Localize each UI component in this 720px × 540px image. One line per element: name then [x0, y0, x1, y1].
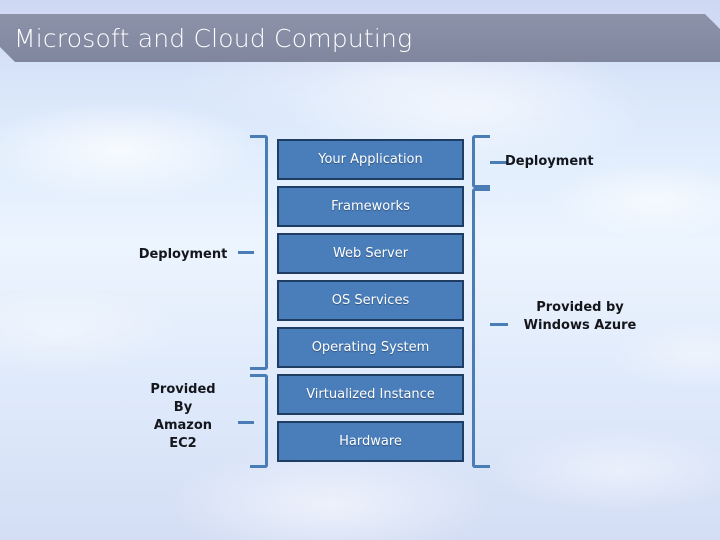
- layer-label: Operating System: [311, 340, 430, 355]
- caption-right-deployment: Deployment: [505, 154, 594, 169]
- title-banner: Microsoft and Cloud Computing: [0, 14, 720, 62]
- layer-label: Web Server: [332, 246, 409, 261]
- layer-box-operating-system[interactable]: Operating System: [277, 327, 464, 368]
- right-bracket-windows-azure: [472, 188, 508, 468]
- layer-box-frameworks[interactable]: Frameworks: [277, 186, 464, 227]
- layer-label: Frameworks: [331, 199, 410, 214]
- layer-box-your-application[interactable]: Your Application: [277, 139, 464, 180]
- layer-stack: Your Application Frameworks Web Server O…: [277, 139, 464, 462]
- layer-label: Your Application: [318, 152, 423, 167]
- layer-label: Virtualized Instance: [306, 387, 435, 402]
- layer-label: OS Services: [331, 293, 410, 308]
- left-bracket-amazon-ec2: [238, 374, 268, 468]
- caption-left-deployment: Deployment: [138, 247, 228, 262]
- layer-box-virtualized-instance[interactable]: Virtualized Instance: [277, 374, 464, 415]
- caption-right-windows-azure: Provided by Windows Azure: [523, 300, 637, 333]
- layer-box-hardware[interactable]: Hardware: [277, 421, 464, 462]
- layer-box-web-server[interactable]: Web Server: [277, 233, 464, 274]
- right-bracket-deployment: [472, 135, 508, 188]
- layer-box-os-services[interactable]: OS Services: [277, 280, 464, 321]
- slide-canvas: Microsoft and Cloud Computing Your Appli…: [0, 0, 720, 540]
- left-bracket-deployment: [238, 135, 268, 370]
- caption-left-amazon-ec2: Provided By Amazon EC2: [150, 382, 216, 451]
- layer-label: Hardware: [339, 434, 402, 449]
- page-title: Microsoft and Cloud Computing: [14, 23, 413, 53]
